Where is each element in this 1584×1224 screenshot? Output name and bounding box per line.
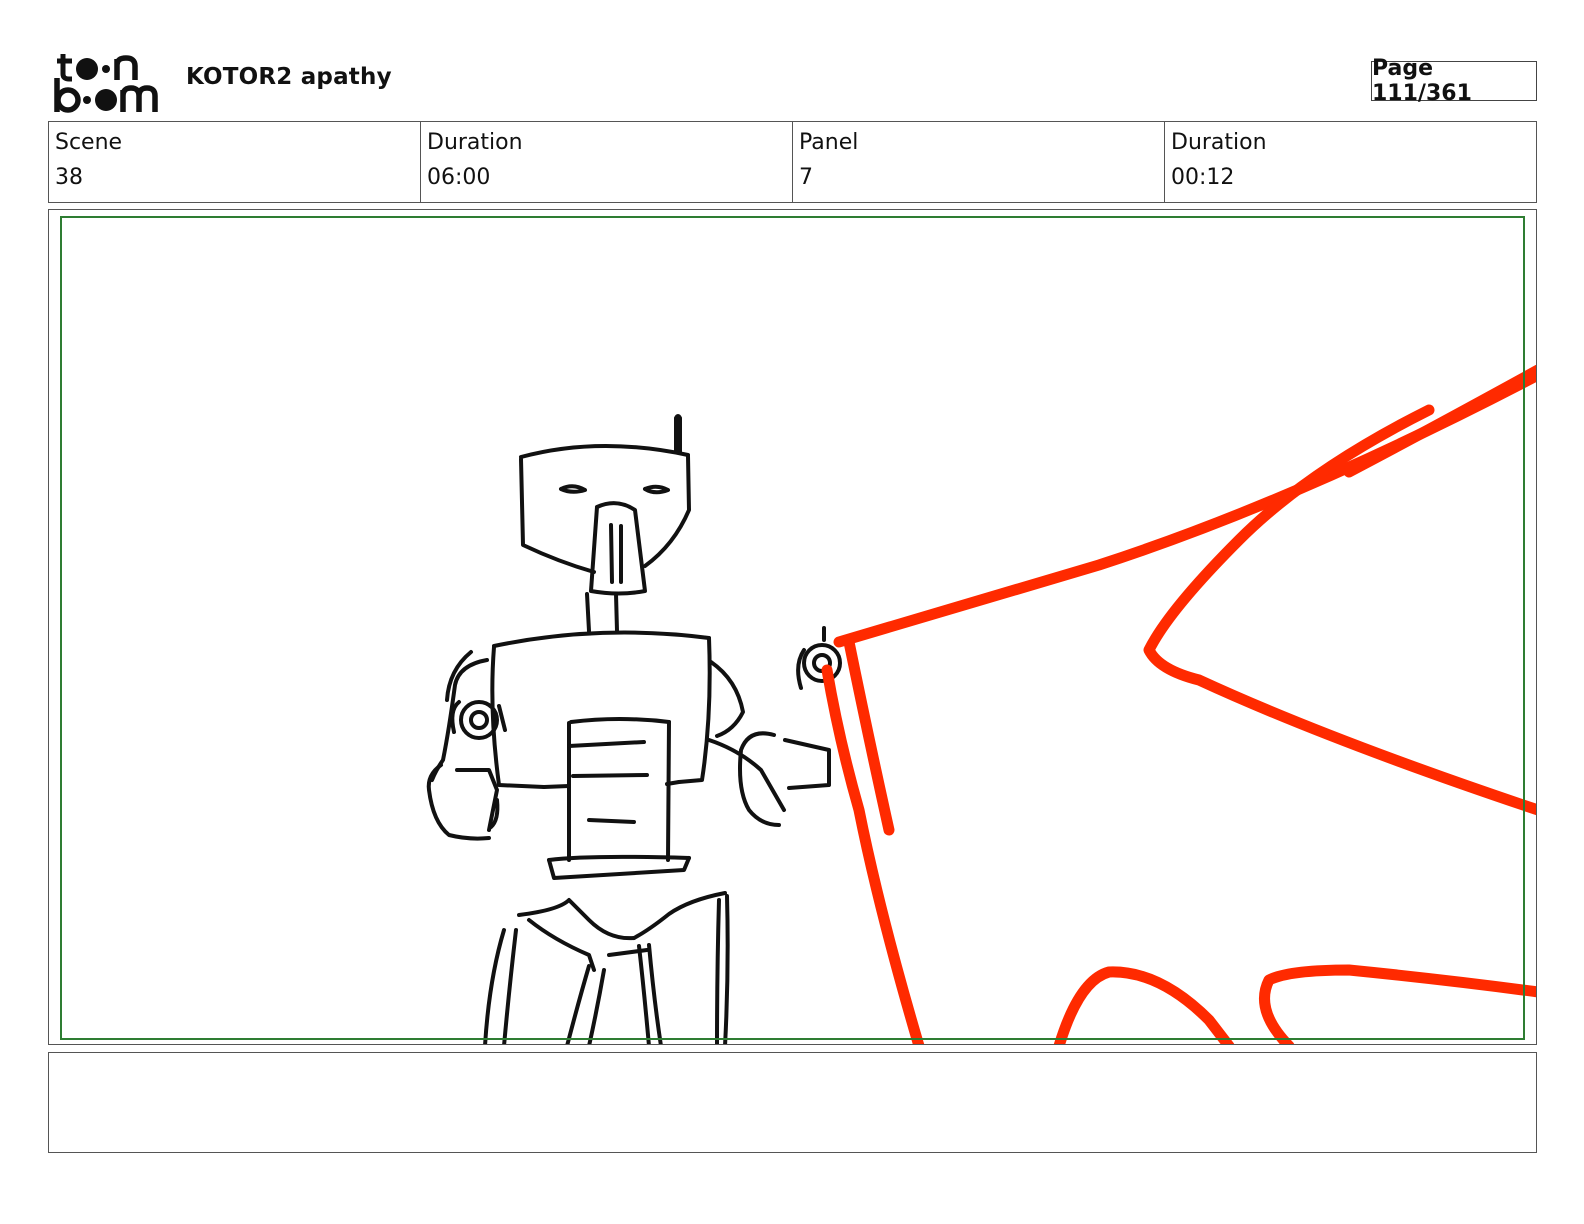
toon-boom-logo	[54, 54, 158, 113]
project-title: KOTOR2 apathy	[186, 64, 392, 90]
page-header: KOTOR2 apathy Page 111/361	[0, 0, 1584, 120]
panel-cell: Panel 7	[793, 122, 1165, 202]
panel-value: 7	[799, 165, 813, 190]
panel-drawing	[426, 364, 1536, 1044]
panel-duration-cell: Duration 00:12	[1165, 122, 1536, 202]
panel-duration-value: 00:12	[1171, 165, 1235, 190]
storyboard-panel	[48, 209, 1537, 1045]
scene-duration-value: 06:00	[427, 165, 491, 190]
scene-info-table: Scene 38 Duration 06:00 Panel 7 Duration…	[48, 121, 1537, 203]
panel-notes[interactable]	[48, 1052, 1537, 1153]
scene-duration-label: Duration	[427, 130, 523, 155]
page-indicator: Page 111/361	[1371, 56, 1537, 106]
scene-label: Scene	[55, 130, 123, 155]
scene-cell: Scene 38	[49, 122, 421, 202]
scene-duration-cell: Duration 06:00	[421, 122, 793, 202]
panel-label: Panel	[799, 130, 859, 155]
scene-value: 38	[55, 165, 83, 190]
red-blaster-flash	[821, 364, 1536, 1044]
robot-droid-sketch	[426, 414, 842, 1044]
panel-duration-label: Duration	[1171, 130, 1267, 155]
